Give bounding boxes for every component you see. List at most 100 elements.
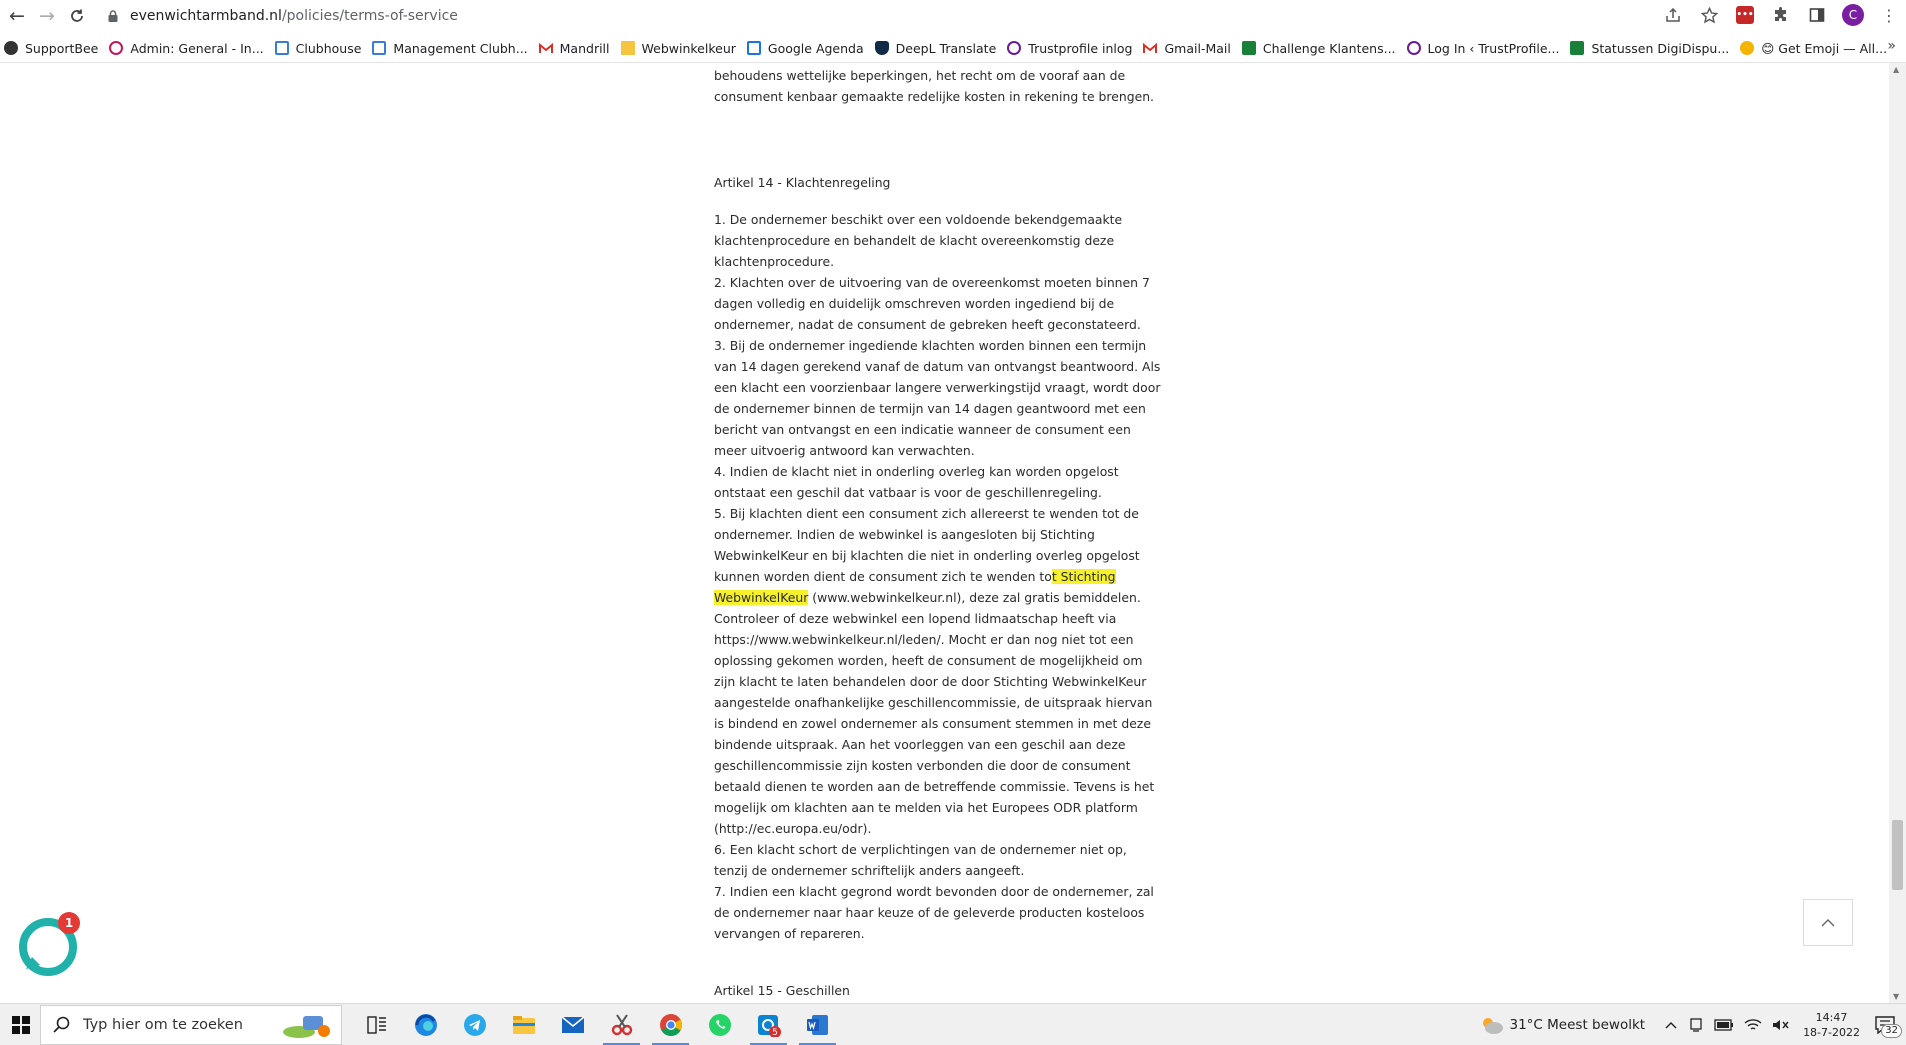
scroll-up-icon[interactable]: ▲ (1893, 65, 1899, 74)
bookmark-label: Log In ‹ TrustProfile... (1428, 41, 1560, 56)
paragraph-3: 3. Bij de ondernemer ingediende klachten… (714, 335, 1164, 461)
chevron-up-icon (1820, 918, 1836, 928)
taskbar-clock[interactable]: 14:47 18-7-2022 (1803, 1010, 1860, 1040)
bookmark-item[interactable]: 😊 Get Emoji — All... (1736, 36, 1894, 60)
search-icon (53, 1016, 71, 1034)
task-view-icon[interactable] (352, 1005, 401, 1045)
sheets-icon (1242, 41, 1256, 55)
page-scrollbar[interactable]: ▲ ▼ (1889, 63, 1906, 1003)
side-panel-icon[interactable] (1806, 4, 1828, 26)
paragraph-2: 2. Klachten over de uitvoering van de ov… (714, 272, 1164, 335)
bookmark-item[interactable]: Challenge Klantens... (1238, 36, 1403, 60)
back-button[interactable]: ← (2, 1, 32, 31)
forward-button[interactable]: → (32, 1, 62, 31)
network-icon[interactable] (1744, 1018, 1762, 1032)
gmail-icon (1143, 41, 1157, 55)
bookmark-item[interactable]: Statussen DigiDispu... (1566, 36, 1736, 60)
bookmark-item[interactable]: SupportBee (0, 36, 105, 60)
paragraph-7: 7. Indien een klacht gegrond wordt bevon… (714, 881, 1164, 944)
browser-toolbar: ← → evenwichtarmband.nl/policies/terms-o… (0, 0, 1906, 32)
bookmark-label: Gmail-Mail (1164, 41, 1230, 56)
scrollbar-thumb[interactable] (1892, 820, 1903, 890)
bookmark-item[interactable]: Management Clubh... (368, 36, 534, 60)
heading-artikel-14: Artikel 14 - Klachtenregeling (714, 172, 890, 193)
reload-button[interactable] (62, 1, 92, 31)
lock-icon (106, 9, 120, 23)
address-bar[interactable]: evenwichtarmband.nl/policies/terms-of-se… (100, 3, 1666, 29)
bookmark-item[interactable]: Log In ‹ TrustProfile... (1403, 36, 1567, 60)
snipping-tool-icon[interactable] (597, 1005, 646, 1045)
heading-artikel-15: Artikel 15 - Geschillen (714, 980, 850, 1001)
paragraph-6: 6. Een klacht schort de verplichtingen v… (714, 839, 1164, 881)
paragraph-intro: 3. In geval van wanbetaling van de consu… (714, 63, 1164, 107)
bookmark-star-icon[interactable] (1698, 4, 1720, 26)
word-icon[interactable] (793, 1005, 842, 1045)
emoji-icon (1740, 41, 1754, 55)
paragraph-4: 4. Indien de klacht niet in onderling ov… (714, 461, 1164, 503)
reload-icon (69, 8, 85, 24)
admin-icon (109, 41, 123, 55)
show-hidden-icons-button[interactable] (1664, 1020, 1678, 1030)
battery-icon[interactable] (1714, 1019, 1734, 1031)
supportbee-icon (4, 41, 18, 55)
trustprofile-icon (1407, 41, 1421, 55)
bookmark-label: 😊 Get Emoji — All... (1761, 41, 1887, 56)
share-icon[interactable] (1662, 4, 1684, 26)
search-highlight-icon (281, 1012, 333, 1038)
taskbar-search[interactable]: Typ hier om te zoeken (40, 1005, 342, 1045)
sheets-icon (1570, 41, 1584, 55)
bookmark-label: SupportBee (25, 41, 98, 56)
file-explorer-icon[interactable] (499, 1005, 548, 1045)
weather-cloud-icon (1480, 1015, 1504, 1035)
system-tray: 31°C Meest bewolkt 14:47 18-7-2022 32 (1475, 1004, 1906, 1045)
mail-icon[interactable] (548, 1005, 597, 1045)
bookmark-item[interactable]: Gmail-Mail (1139, 36, 1237, 60)
calendar-icon (747, 41, 761, 55)
bookmark-label: Challenge Klantens... (1263, 41, 1396, 56)
bookmark-label: Statussen DigiDispu... (1591, 41, 1729, 56)
scroll-down-icon[interactable]: ▼ (1893, 992, 1899, 1001)
edge-icon[interactable] (401, 1005, 450, 1045)
paragraph-1: 1. De ondernemer beschikt over een voldo… (714, 209, 1164, 272)
bookmark-item[interactable]: Trustprofile inlog (1003, 36, 1139, 60)
volume-muted-icon[interactable] (1772, 1018, 1790, 1032)
bookmark-label: Google Agenda (768, 41, 864, 56)
bookmark-label: Admin: General - In... (130, 41, 263, 56)
weather-widget[interactable]: 31°C Meest bewolkt (1480, 1015, 1646, 1035)
bookmarks-bar: SupportBee Admin: General - In... Clubhous… (0, 34, 1906, 63)
bookmark-item[interactable]: Google Agenda (743, 36, 871, 60)
profile-avatar[interactable]: C (1842, 4, 1864, 26)
back-to-top-button[interactable] (1803, 899, 1853, 946)
bookmark-label: Clubhouse (296, 41, 362, 56)
telegram-icon[interactable] (450, 1005, 499, 1045)
bookmark-item[interactable]: Mandrill (535, 36, 617, 60)
device-icon[interactable] (1688, 1017, 1704, 1033)
notification-center-button[interactable]: 32 (1870, 1010, 1900, 1040)
extension-lastpass-icon[interactable]: ••• (1734, 4, 1756, 26)
extensions-puzzle-icon[interactable] (1770, 4, 1792, 26)
bookmark-label: Mandrill (560, 41, 610, 56)
url-domain: evenwichtarmband.nl (130, 8, 282, 24)
search-placeholder: Typ hier om te zoeken (83, 1017, 243, 1033)
bookmark-item[interactable]: Clubhouse (271, 36, 369, 60)
chat-unread-badge: 1 (58, 912, 80, 934)
whatsapp-icon[interactable] (695, 1005, 744, 1045)
bookmark-label: Trustprofile inlog (1028, 41, 1132, 56)
start-button[interactable] (4, 1005, 38, 1045)
windows-taskbar: Typ hier om te zoeken 5 31°C Meest bewol… (0, 1003, 1906, 1045)
menu-kebab-icon[interactable]: ⋮ (1878, 4, 1900, 26)
bookmark-item[interactable]: DeepL Translate (871, 36, 1004, 60)
chrome-icon[interactable] (646, 1005, 695, 1045)
clubhouse-icon (275, 41, 289, 55)
page-viewport: 3. In geval van wanbetaling van de consu… (0, 63, 1906, 1003)
more-bookmarks-icon[interactable]: » (1887, 38, 1896, 54)
deepl-icon (875, 41, 889, 55)
paragraph-5: 5. Bij klachten dient een consument zich… (714, 503, 1164, 839)
url-path: /policies/terms-of-service (282, 8, 458, 24)
trustprofile-icon (1007, 41, 1021, 55)
mail-badge: 5 (772, 1028, 778, 1037)
bookmark-item[interactable]: Webwinkelkeur (617, 36, 743, 60)
bookmark-item[interactable]: Admin: General - In... (105, 36, 270, 60)
outlook-mail-icon[interactable]: 5 (744, 1005, 793, 1045)
bookmark-label: DeepL Translate (896, 41, 997, 56)
